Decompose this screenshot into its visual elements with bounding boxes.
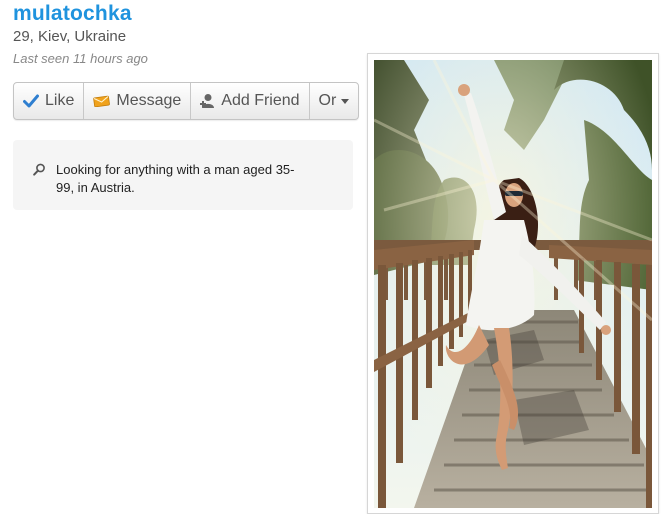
message-label: Message [116,92,182,109]
looking-for-panel: Looking for anything with a man aged 35-… [13,140,353,210]
like-button[interactable]: Like [14,83,85,119]
caret-down-icon [341,98,350,104]
check-icon [23,94,39,108]
or-dropdown-button[interactable]: Or [310,83,359,119]
envelope-icon [93,95,111,107]
profile-username[interactable]: mulatochka [13,2,132,26]
profile-photo-frame [367,53,659,514]
add-friend-label: Add Friend [221,92,300,109]
search-icon [33,163,46,181]
person-plus-icon [200,93,215,109]
profile-details: 29, Kiev, Ukraine [13,28,127,45]
action-button-group: Like Message Add Friend Or [13,82,360,120]
add-friend-button[interactable]: Add Friend [191,83,310,119]
like-label: Like [45,92,75,109]
looking-for-text: Looking for anything with a man aged 35-… [56,162,295,195]
last-seen: Last seen 11 hours ago [13,51,148,66]
or-label: Or [318,92,337,109]
message-button[interactable]: Message [84,83,192,119]
profile-photo[interactable] [374,60,652,508]
